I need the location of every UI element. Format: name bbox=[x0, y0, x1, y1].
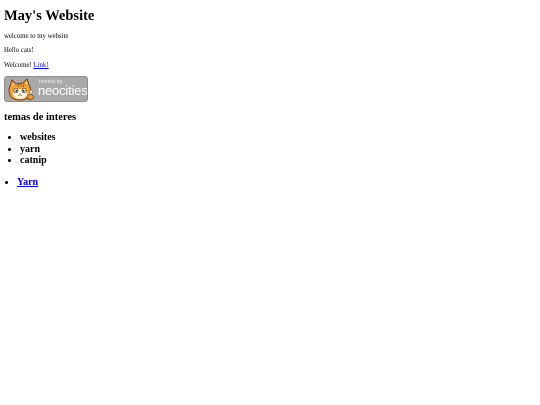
welcome-link[interactable]: Link! bbox=[33, 62, 48, 69]
yarn-link[interactable]: Yarn bbox=[17, 177, 38, 188]
links-list: Yarn bbox=[4, 177, 38, 189]
list-item: catnip bbox=[20, 155, 56, 167]
list-item: websites bbox=[20, 132, 56, 144]
welcome-paragraph: Welcome! Link! bbox=[4, 61, 49, 70]
page-title: May's Website bbox=[4, 8, 95, 24]
hosted-by-neocities-badge[interactable]: hosted by neocities bbox=[4, 76, 88, 102]
list-item: yarn bbox=[20, 144, 56, 156]
list-item: Yarn bbox=[17, 177, 38, 189]
topics-heading: temas de interes bbox=[4, 112, 77, 123]
intro-text: welcome to my website bbox=[4, 33, 69, 40]
topics-list: websites yarn catnip bbox=[8, 132, 56, 167]
greeting-text: Hello cats! bbox=[4, 47, 34, 54]
badge-neocities-text: neocities bbox=[38, 83, 88, 98]
welcome-text: Welcome! bbox=[4, 62, 32, 69]
neocities-cat-icon bbox=[8, 78, 34, 101]
